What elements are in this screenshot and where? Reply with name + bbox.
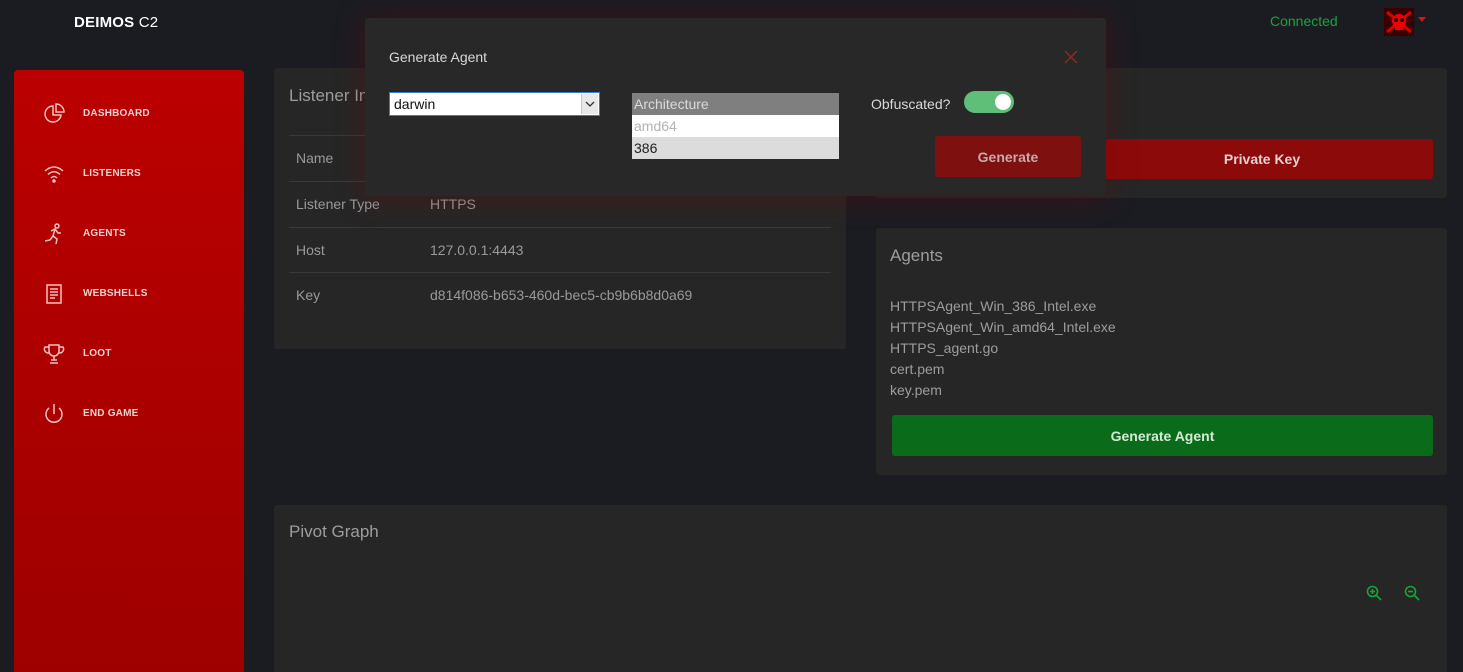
zoom-in-icon[interactable]: [1366, 585, 1382, 601]
brand-bold: DEIMOS: [74, 14, 135, 31]
close-icon[interactable]: [1063, 49, 1079, 65]
agent-file-link[interactable]: key.pem: [890, 380, 1116, 401]
modal-title: Generate Agent: [389, 49, 488, 65]
sidebar-item-listeners[interactable]: LISTENERS: [14, 154, 244, 194]
os-select-value: darwin: [394, 96, 436, 112]
toggle-knob: [995, 94, 1011, 110]
pivot-graph-title: Pivot Graph: [289, 522, 379, 541]
architecture-option-386[interactable]: 386: [632, 137, 839, 159]
pivot-graph-card: Pivot Graph: [274, 505, 1447, 672]
connection-status: Connected: [1270, 13, 1338, 29]
agent-file-link[interactable]: HTTPSAgent_Win_amd64_Intel.exe: [890, 317, 1116, 338]
wifi-icon: [42, 162, 66, 186]
generate-agent-modal: Generate Agent darwin Architecture amd64…: [365, 18, 1106, 196]
pie-chart-icon: [42, 102, 66, 126]
chevron-down-icon[interactable]: [581, 94, 598, 114]
info-key: Host: [296, 242, 325, 258]
private-key-button[interactable]: Private Key: [1105, 139, 1433, 179]
generate-agent-button[interactable]: Generate Agent: [892, 415, 1433, 456]
agents-card: Agents HTTPSAgent_Win_386_Intel.exe HTTP…: [876, 228, 1447, 475]
info-value: 127.0.0.1:4443: [430, 242, 524, 258]
sidebar: DASHBOARD LISTENERS AGENTS WEBSHELLS LOO…: [14, 70, 244, 672]
running-man-icon: [42, 222, 66, 246]
zoom-out-icon[interactable]: [1404, 585, 1420, 601]
chevron-down-icon[interactable]: [1418, 17, 1426, 22]
agent-file-link[interactable]: HTTPS_agent.go: [890, 338, 1116, 359]
agents-file-list: HTTPSAgent_Win_386_Intel.exe HTTPSAgent_…: [890, 296, 1116, 401]
sidebar-item-label: AGENTS: [83, 228, 126, 239]
sidebar-item-end-game[interactable]: END GAME: [14, 394, 244, 434]
skull-avatar-icon[interactable]: [1384, 8, 1414, 36]
sidebar-item-label: LISTENERS: [83, 168, 141, 179]
info-row-key: Key d814f086-b653-460d-bec5-cb9b6b8d0a69: [289, 272, 831, 318]
brand-rest: C2: [134, 14, 159, 31]
architecture-option-amd64[interactable]: amd64: [632, 115, 839, 137]
sidebar-item-label: WEBSHELLS: [83, 288, 148, 299]
architecture-option-header: Architecture: [632, 93, 839, 115]
agent-file-link[interactable]: cert.pem: [890, 359, 1116, 380]
listener-info-title: Listener In: [289, 86, 369, 105]
agent-file-link[interactable]: HTTPSAgent_Win_386_Intel.exe: [890, 296, 1116, 317]
architecture-listbox[interactable]: Architecture amd64 386: [632, 93, 839, 159]
power-icon: [42, 402, 66, 426]
document-icon: [42, 282, 66, 306]
info-value[interactable]: d814f086-b653-460d-bec5-cb9b6b8d0a69: [430, 287, 692, 303]
os-select[interactable]: darwin: [389, 92, 600, 116]
sidebar-item-agents[interactable]: AGENTS: [14, 214, 244, 254]
info-row-host: Host 127.0.0.1:4443: [289, 227, 831, 273]
sidebar-item-label: LOOT: [83, 348, 112, 359]
info-value: HTTPS: [430, 196, 476, 212]
obfuscated-toggle[interactable]: [964, 91, 1014, 113]
sidebar-item-label: END GAME: [83, 408, 139, 419]
generate-button[interactable]: Generate: [935, 136, 1081, 177]
info-key: Name: [296, 150, 334, 166]
agents-title: Agents: [890, 246, 943, 265]
app-brand: DEIMOS C2: [74, 14, 158, 31]
sidebar-item-label: DASHBOARD: [83, 108, 150, 119]
info-key: Key: [296, 287, 321, 303]
trophy-icon: [42, 342, 66, 366]
sidebar-item-webshells[interactable]: WEBSHELLS: [14, 274, 244, 314]
sidebar-item-loot[interactable]: LOOT: [14, 334, 244, 374]
obfuscated-label: Obfuscated?: [871, 96, 951, 112]
sidebar-item-dashboard[interactable]: DASHBOARD: [14, 94, 244, 134]
info-key: Listener Type: [296, 196, 380, 212]
